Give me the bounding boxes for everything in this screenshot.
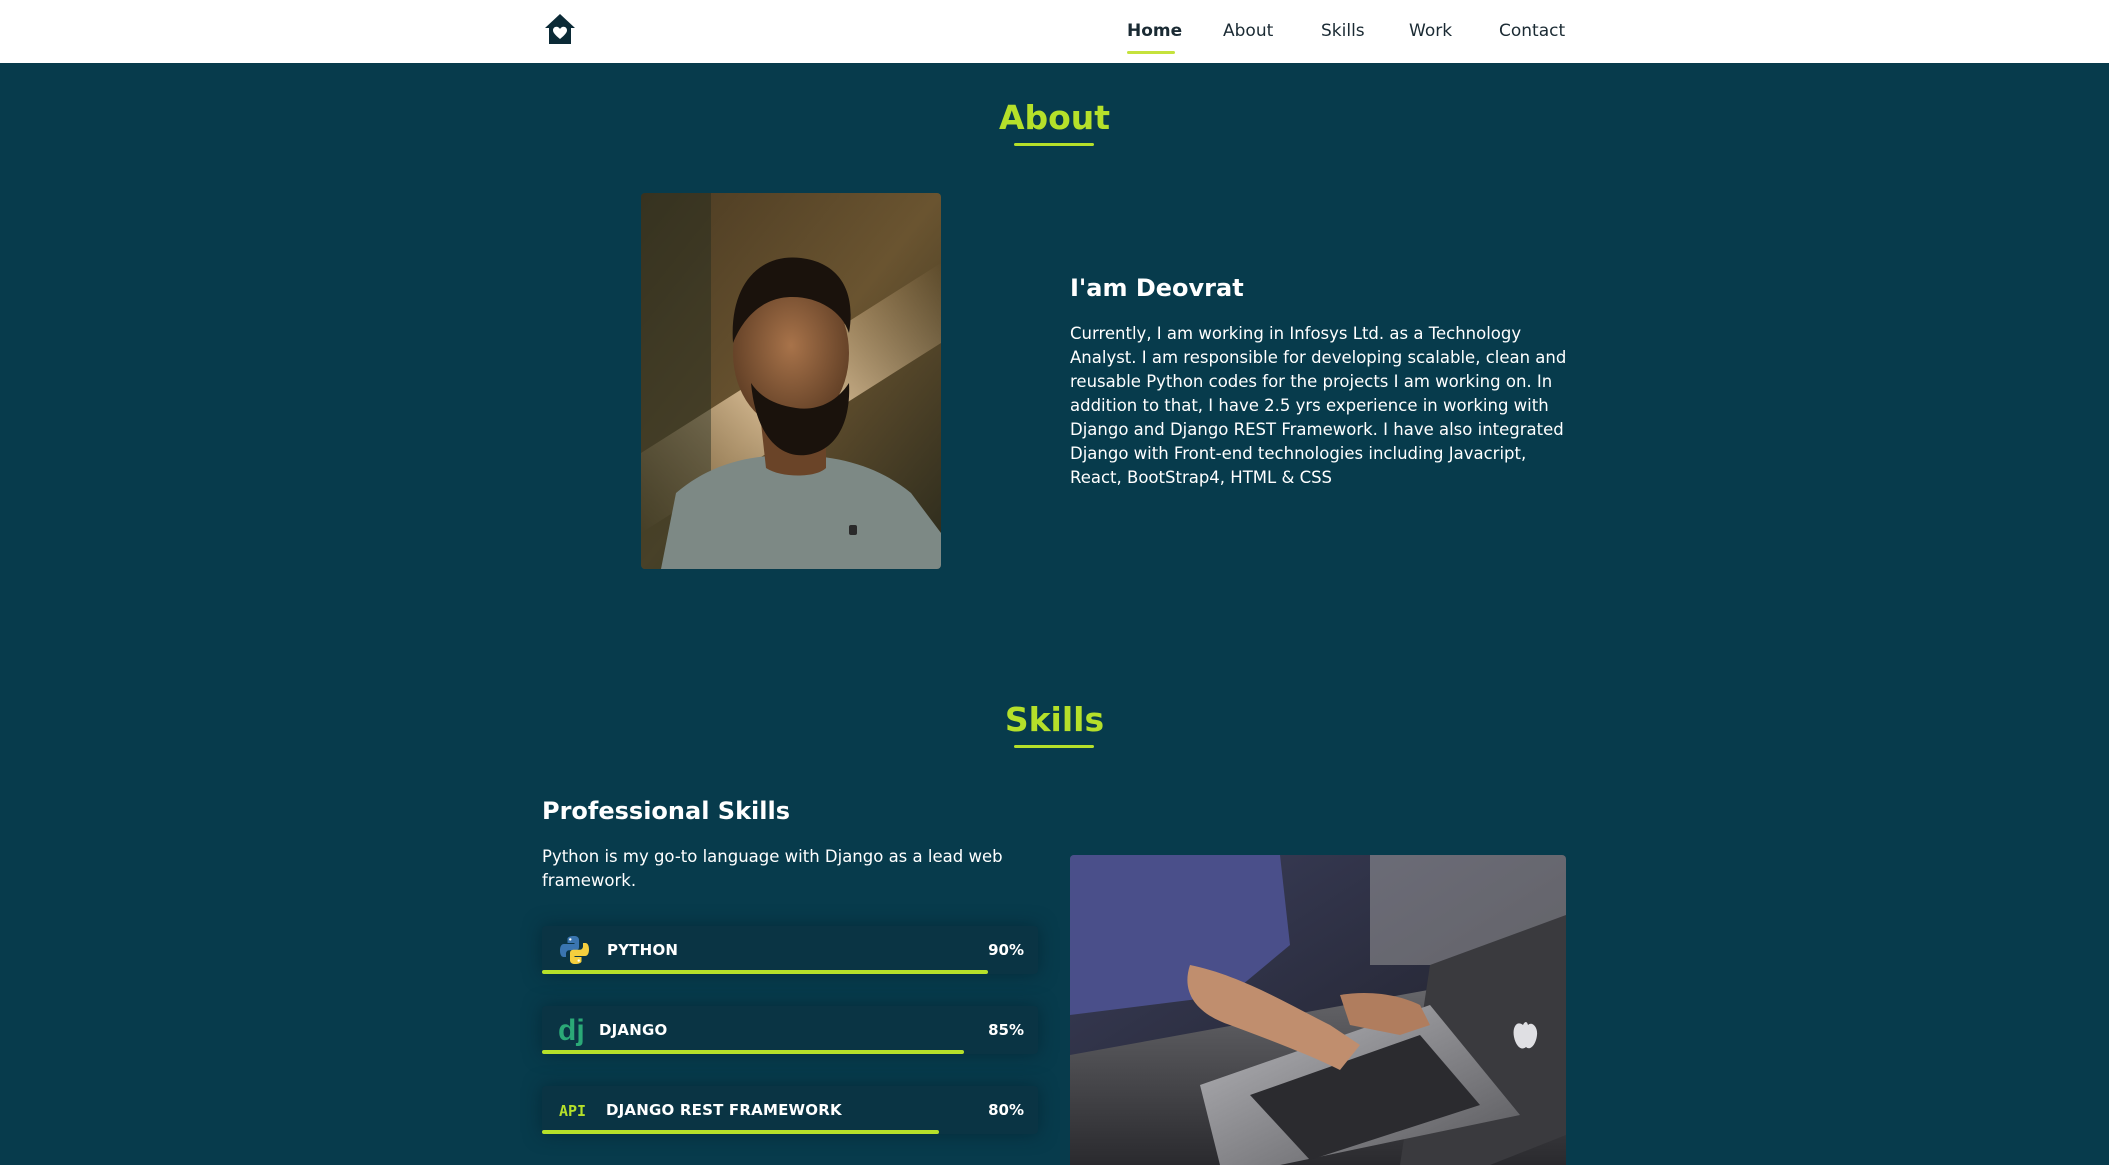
skills-section-title: Skills bbox=[1004, 700, 1105, 739]
skill-card-drf: API DJANGO REST FRAMEWORK 80% bbox=[542, 1086, 1038, 1134]
top-navbar: Home About Skills Work Contact bbox=[0, 0, 2109, 63]
svg-text:dj: dj bbox=[558, 1014, 585, 1046]
about-description: Currently, I am working in Infosys Ltd. … bbox=[1070, 324, 1567, 487]
about-title-underline bbox=[1014, 143, 1094, 146]
skill-card-python: PYTHON 90% bbox=[542, 926, 1038, 974]
nav-contact[interactable]: Contact bbox=[1499, 21, 1565, 43]
python-icon bbox=[558, 934, 592, 966]
skill-progress-track bbox=[542, 1050, 1038, 1054]
nav-skills[interactable]: Skills bbox=[1321, 21, 1365, 43]
nav-about[interactable]: About bbox=[1223, 21, 1273, 43]
home-heart-icon[interactable] bbox=[543, 12, 577, 46]
skills-heading: Professional Skills bbox=[542, 797, 790, 825]
django-icon: dj bbox=[558, 1014, 592, 1047]
nav-home[interactable]: Home bbox=[1127, 21, 1182, 43]
profile-photo bbox=[641, 193, 941, 569]
skill-name: PYTHON bbox=[607, 941, 679, 959]
skill-name: DJANGO bbox=[599, 1021, 668, 1039]
skill-progress-track bbox=[542, 970, 1038, 974]
skill-progress-fill bbox=[542, 1050, 964, 1054]
skill-progress-track bbox=[542, 1130, 1038, 1134]
svg-text:API: API bbox=[559, 1102, 586, 1120]
skill-percent: 90% bbox=[988, 941, 1024, 959]
about-heading: I'am Deovrat bbox=[1070, 274, 1244, 302]
laptop-photo bbox=[1070, 855, 1566, 1165]
active-nav-indicator bbox=[1127, 51, 1175, 54]
skill-percent: 80% bbox=[988, 1101, 1024, 1119]
skill-progress-fill bbox=[542, 970, 989, 974]
skill-percent: 85% bbox=[988, 1021, 1024, 1039]
api-icon: API bbox=[558, 1094, 592, 1126]
about-section-title: About bbox=[998, 98, 1111, 137]
skill-card-django: dj DJANGO 85% bbox=[542, 1006, 1038, 1054]
skills-title-underline bbox=[1014, 745, 1094, 748]
skill-name: DJANGO REST FRAMEWORK bbox=[606, 1101, 842, 1119]
skill-progress-fill bbox=[542, 1130, 939, 1134]
skills-description: Python is my go-to language with Django … bbox=[542, 847, 1003, 890]
nav-work[interactable]: Work bbox=[1409, 21, 1452, 43]
